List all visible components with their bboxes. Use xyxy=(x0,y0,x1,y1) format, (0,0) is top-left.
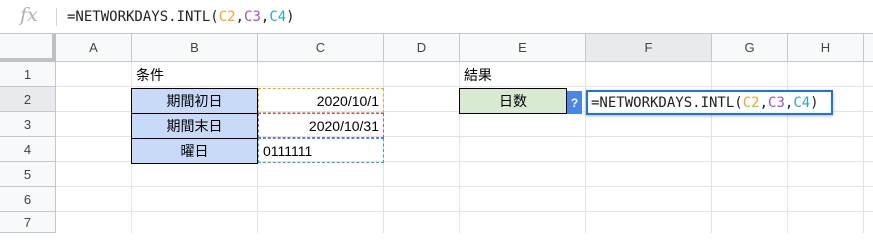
column-header-b[interactable]: B xyxy=(132,34,258,62)
row-header-3[interactable]: 3 xyxy=(0,112,56,137)
editor-prefix: =NETWORKDAYS.INTL( xyxy=(591,94,743,111)
row-header-5[interactable]: 5 xyxy=(0,162,56,187)
column-header-row: A B C D E F G H xyxy=(0,34,873,62)
gridline xyxy=(711,62,712,233)
formula-comma: , xyxy=(235,9,245,25)
column-header-d[interactable]: D xyxy=(384,34,460,62)
editor-suffix: ) xyxy=(810,94,819,111)
cell-b3[interactable]: 期間末日 xyxy=(131,113,258,139)
editor-ref-c2: C2 xyxy=(742,94,760,111)
editor-ref-c3: C3 xyxy=(768,94,785,111)
row-header-7[interactable]: 7 xyxy=(0,212,56,233)
row-header-4[interactable]: 4 xyxy=(0,137,56,162)
formula-ref-c4: C4 xyxy=(269,9,287,25)
gridline xyxy=(56,211,873,212)
formula-ref-c2: C2 xyxy=(218,9,236,25)
gridline xyxy=(863,62,864,233)
fx-icon: fx xyxy=(20,4,38,26)
cell-c3[interactable]: 2020/10/31 xyxy=(258,113,384,138)
column-header-a[interactable]: A xyxy=(56,34,132,62)
cell-f2-editor[interactable]: =NETWORKDAYS.INTL(C2, C3, C4) xyxy=(586,90,833,115)
formula-bar-divider xyxy=(56,8,57,26)
gridline xyxy=(787,62,788,233)
select-all-corner[interactable] xyxy=(0,34,56,62)
cell-c2[interactable]: 2020/10/1 xyxy=(258,88,384,113)
formula-input[interactable]: =NETWORKDAYS.INTL(C2,C3,C4) xyxy=(67,9,295,25)
editor-comma: , xyxy=(759,94,769,111)
formula-bar: fx =NETWORKDAYS.INTL(C2,C3,C4) xyxy=(0,0,873,34)
editor-comma: , xyxy=(784,94,794,111)
gridline xyxy=(56,186,873,187)
formula-ref-c3: C3 xyxy=(244,9,261,25)
row-header-6[interactable]: 6 xyxy=(0,187,56,212)
cell-b2[interactable]: 期間初日 xyxy=(131,88,258,114)
gridline xyxy=(585,62,586,233)
column-header-c[interactable]: C xyxy=(258,34,384,62)
column-header-overflow xyxy=(864,34,873,62)
cell-c4[interactable]: 0111111 xyxy=(258,138,384,163)
column-header-h[interactable]: H xyxy=(788,34,864,62)
cell-e2[interactable]: 日数 xyxy=(459,88,567,114)
formula-help-icon[interactable]: ? xyxy=(567,91,582,114)
column-header-g[interactable]: G xyxy=(712,34,788,62)
formula-prefix: =NETWORKDAYS.INTL( xyxy=(67,9,219,25)
column-header-f[interactable]: F xyxy=(586,34,712,62)
cell-e1[interactable]: 結果 xyxy=(460,63,586,87)
editor-ref-c4: C4 xyxy=(793,94,811,111)
row-header-1[interactable]: 1 xyxy=(0,62,56,87)
row-header-2[interactable]: 2 xyxy=(0,87,56,112)
formula-suffix: ) xyxy=(286,9,295,25)
cell-b1[interactable]: 条件 xyxy=(132,63,258,87)
cell-b4[interactable]: 曜日 xyxy=(131,138,258,164)
column-header-e[interactable]: E xyxy=(460,34,586,62)
